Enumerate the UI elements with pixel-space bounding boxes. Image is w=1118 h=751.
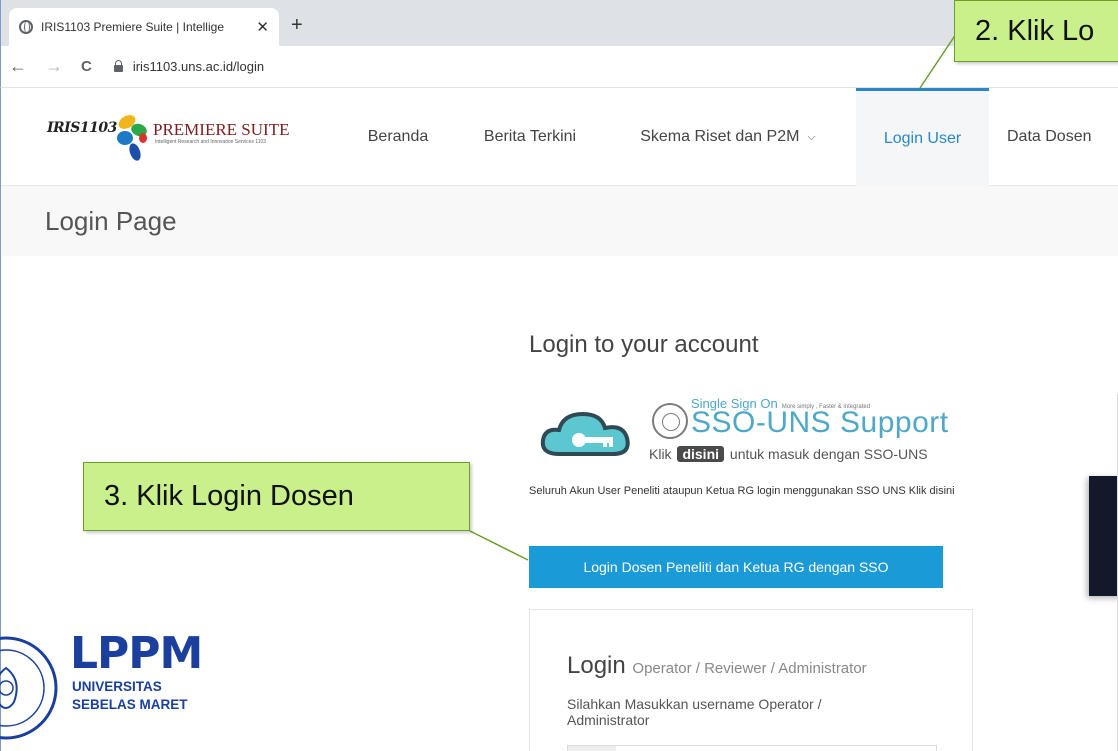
lppm-logo: LPPM UNIVERSITAS SEBELAS MARET xyxy=(0,628,210,751)
disini-link[interactable]: disini xyxy=(677,446,725,462)
login-heading: Login to your account xyxy=(529,331,759,358)
logo-iris-text: IRIS1103 xyxy=(47,120,117,136)
page-title: Login Page xyxy=(45,206,177,236)
nav-beranda[interactable]: Beranda xyxy=(349,88,447,186)
sso-banner[interactable]: Single Sign On More simply , Faster & int… xyxy=(539,396,969,471)
username-field[interactable] xyxy=(567,745,937,751)
lppm-university-name: SEBELAS MARET xyxy=(72,697,188,712)
nav-label: Beranda xyxy=(367,128,429,145)
browser-tab-bar: IRIS1103 Premiere Suite | Intellige ✕ + xyxy=(0,0,1118,46)
back-button[interactable]: ← xyxy=(9,56,27,77)
login-dosen-sso-button[interactable]: Login Dosen Peneliti dan Ketua RG dengan… xyxy=(529,546,943,588)
url-text: iris1103.uns.ac.id/login xyxy=(132,59,265,74)
sso-instruction: Klik disini untuk masuk dengan SSO-UNS xyxy=(649,446,928,462)
callout-step-2: 2. Klik Lo xyxy=(954,0,1118,62)
operator-login-card: Login Operator / Reviewer / Administrato… xyxy=(529,609,973,751)
page-title-bar: Login Page xyxy=(1,186,1118,256)
tab-title: IRIS1103 Premiere Suite | Intellige xyxy=(41,20,224,34)
lock-icon xyxy=(113,60,123,72)
forward-button[interactable]: → xyxy=(45,56,63,77)
uns-seal-icon xyxy=(652,403,688,439)
nav-login-user[interactable]: Login User xyxy=(856,88,989,186)
url-field[interactable]: iris1103.uns.ac.id/login xyxy=(113,59,265,74)
user-icon xyxy=(568,746,616,751)
logo-tagline: Intelligent Research and Innovation Serv… xyxy=(155,139,267,145)
site-logo[interactable]: IRIS1103 PREMIERE SUITE Intelligent Rese… xyxy=(47,108,307,168)
site-header: IRIS1103 PREMIERE SUITE Intelligent Rese… xyxy=(1,88,1118,186)
chevron-down-icon: ⌵ xyxy=(807,130,816,143)
close-icon[interactable]: ✕ xyxy=(256,18,269,36)
reload-button[interactable]: C xyxy=(81,58,92,75)
nav-label: Login User xyxy=(883,129,962,147)
operator-login-hint: Silahkan Masukkan username Operator / Ad… xyxy=(567,696,822,728)
nav-label: Skema Riset dan P2M xyxy=(640,128,800,145)
lppm-university: UNIVERSITAS xyxy=(72,679,162,694)
nav-data-dosen[interactable]: Data Dosen xyxy=(997,88,1118,186)
new-tab-button[interactable]: + xyxy=(291,14,303,37)
nav-berita-terkini[interactable]: Berita Terkini xyxy=(461,88,599,186)
globe-icon xyxy=(19,20,33,34)
browser-tab[interactable]: IRIS1103 Premiere Suite | Intellige ✕ xyxy=(9,8,279,46)
address-bar: ← → C iris1103.uns.ac.id/login xyxy=(0,46,1118,88)
cloud-key-icon xyxy=(540,411,630,456)
sso-big-title: SSO-UNS Support xyxy=(691,406,949,439)
uns-seal-icon xyxy=(0,636,58,740)
lppm-name: LPPM xyxy=(70,628,203,679)
callout-step-3: 3. Klik Login Dosen xyxy=(83,462,470,531)
nav-skema-riset[interactable]: Skema Riset dan P2M ⌵ xyxy=(613,88,843,186)
sso-description: Seluruh Akun User Peneliti ataupun Ketua… xyxy=(529,485,955,497)
logo-mark-icon xyxy=(117,115,147,161)
dark-side-panel xyxy=(1089,476,1118,596)
nav-label: Berita Terkini xyxy=(483,128,577,145)
nav-label: Data Dosen xyxy=(1007,128,1092,145)
logo-premiere-text: PREMIERE SUITE xyxy=(153,120,290,139)
operator-login-title: Login Operator / Reviewer / Administrato… xyxy=(567,652,867,679)
